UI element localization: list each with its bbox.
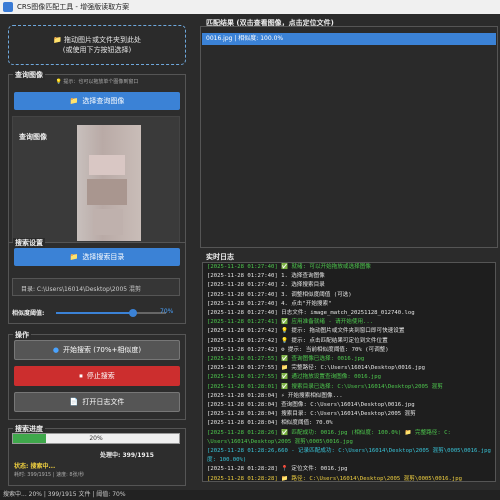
search-group-title: 搜索设置 — [13, 238, 45, 248]
log-line: [2025-11-28 01:27:40] ✅ 就绪: 可以开始拖放或选择图像 — [207, 264, 371, 270]
search-dir-display: 目录: C:\Users\16014\Desktop\2005 混剪 — [12, 278, 180, 296]
folder-icon: 📁 — [69, 97, 79, 105]
open-log-button[interactable]: 📄 打开日志文件 — [14, 392, 180, 412]
log-line: [2025-11-28 01:28:26,660 - 记录匹配成功: C:\Us… — [207, 448, 496, 455]
folder-icon: 📁 — [69, 253, 79, 261]
play-icon: ● — [52, 346, 59, 354]
start-search-button[interactable]: ● 开始搜索 (70%+相似度) — [14, 340, 180, 360]
select-dir-label: 选择搜索目录 — [82, 253, 125, 261]
drop-zone[interactable]: 📁 拖动图片或文件夹到此处 (或使用下方按钮选择) — [8, 25, 186, 65]
log-line: [2025-11-28 01:28:04] 相似度阈值: 70.0% — [207, 420, 333, 427]
log-line: [2025-11-28 01:28:04] ⚡ 开始搜索相似图像... — [207, 392, 343, 399]
log-line: [2025-11-28 01:28:01] ✅ 搜索目录已选择: C:\User… — [207, 383, 443, 390]
log-line: [2025-11-28 01:27:42] 💡 提示: 点击匹配结果可定位到文件… — [207, 337, 388, 344]
log-title: 实时日志 — [206, 253, 234, 261]
status-text: 状态: 搜索中... — [14, 463, 56, 470]
app-icon — [3, 2, 13, 12]
log-line: [2025-11-28 01:27:40] 3. 调整相似度阈值 (可选) — [207, 291, 352, 298]
log-line: \Users\16014\Desktop\2005 混剪\0005\0016.j… — [207, 438, 353, 445]
results-list[interactable] — [200, 26, 498, 248]
log-line: [2025-11-28 01:27:40] 1. 选择查询图像 — [207, 273, 325, 280]
start-search-label: 开始搜索 (70%+相似度) — [62, 346, 142, 354]
log-line: [2025-11-28 01:27:41] ✅ 应用准备就绪 - 请开始使用..… — [207, 319, 374, 326]
threshold-slider[interactable] — [56, 309, 166, 317]
threshold-slider-handle[interactable] — [129, 309, 137, 317]
query-preview[interactable]: 查询图像 — [12, 116, 180, 246]
preview-label: 查询图像 — [19, 133, 47, 141]
actions-group-title: 操作 — [13, 330, 31, 340]
threshold-value: 70% — [160, 308, 174, 315]
status-bar: 搜索中... 20% | 399/1915 文件 | 阈值: 70% — [0, 490, 500, 500]
log-line: 度: 100.00%) — [207, 457, 247, 464]
log-line: [2025-11-28 01:27:55] 📁 完整路径: C:\Users\1… — [207, 365, 425, 372]
document-icon: 📄 — [69, 398, 79, 406]
select-query-label: 选择查询图像 — [82, 97, 125, 105]
log-line: [2025-11-28 01:27:55] ✅ 查询图像已选择: 0016.jp… — [207, 356, 365, 363]
stop-search-label: 停止搜索 — [86, 372, 115, 380]
drop-zone-line1: 拖动图片或文件夹到此处 — [63, 36, 141, 44]
search-progress-bar: 20% — [12, 433, 180, 444]
threshold-slider-fill — [56, 312, 133, 314]
window-title: CRS图像匹配工具 - 增强版读取方案 — [17, 3, 130, 11]
log-line: [2025-11-28 01:27:42] ⚙ 提示: 当前相似度阈值: 70%… — [207, 346, 389, 353]
result-row[interactable]: 0016.jpg | 相似度: 100.0% — [202, 33, 496, 45]
threshold-label: 相似度阈值: — [12, 310, 45, 317]
log-line: [2025-11-28 01:27:40] 2. 选择搜索目录 — [207, 282, 325, 289]
search-status: 状态: 搜索中... — [14, 461, 55, 470]
select-query-button[interactable]: 📁 选择查询图像 — [14, 92, 180, 110]
status-detail: 耗时: 399/1915 | 速度: 8张/秒 — [14, 472, 85, 478]
processing-count: 处理中: 399/1915 — [100, 452, 154, 459]
drop-zone-line2: (或使用下方按钮选择) — [62, 46, 132, 54]
stop-search-button[interactable]: ⏹ 停止搜索 — [14, 366, 180, 386]
query-image-thumbnail — [77, 125, 141, 241]
folder-icon: 📁 — [53, 36, 62, 44]
drag-hint-text: 提示：也可以拖放单个图像到窗口 — [63, 79, 139, 85]
log-line: [2025-11-28 01:27:55] ✅ 通过拖放设置查询图像: 0016… — [207, 374, 382, 381]
log-line: [2025-11-28 01:28:26] ✅ 匹配成功: 0016.jpg (… — [207, 429, 451, 436]
log-line: [2025-11-28 01:27:40] 4. 点击"开始搜索" — [207, 300, 332, 307]
title-bar: CRS图像匹配工具 - 增强版读取方案 — [0, 0, 500, 14]
log-line: [2025-11-28 01:27:42] 💡 提示: 拖动图片或文件夹到窗口即… — [207, 328, 405, 335]
stop-icon: ⏹ — [79, 371, 83, 380]
log-line: [2025-11-28 01:28:28] 📍 定位文件: 0016.jpg — [207, 466, 348, 473]
log-line: [2025-11-28 01:28:28] 📁 路径: C:\Users\160… — [207, 475, 462, 482]
select-dir-button[interactable]: 📁 选择搜索目录 — [14, 248, 180, 266]
progress-percent: 20% — [89, 435, 103, 442]
drag-hint: 💡 提示：也可以拖放单个图像到窗口 — [55, 79, 139, 85]
log-output[interactable]: [2025-11-28 01:27:40] ✅ 就绪: 可以开始拖放或选择图像 [… — [202, 262, 496, 482]
open-log-label: 打开日志文件 — [82, 398, 125, 406]
log-line: [2025-11-28 01:27:40] 日志文件: image_match_… — [207, 310, 415, 317]
log-line: [2025-11-28 01:28:04] 查询图像: C:\Users\160… — [207, 402, 415, 409]
log-line: [2025-11-28 01:28:04] 搜索目录: C:\Users\160… — [207, 411, 416, 418]
